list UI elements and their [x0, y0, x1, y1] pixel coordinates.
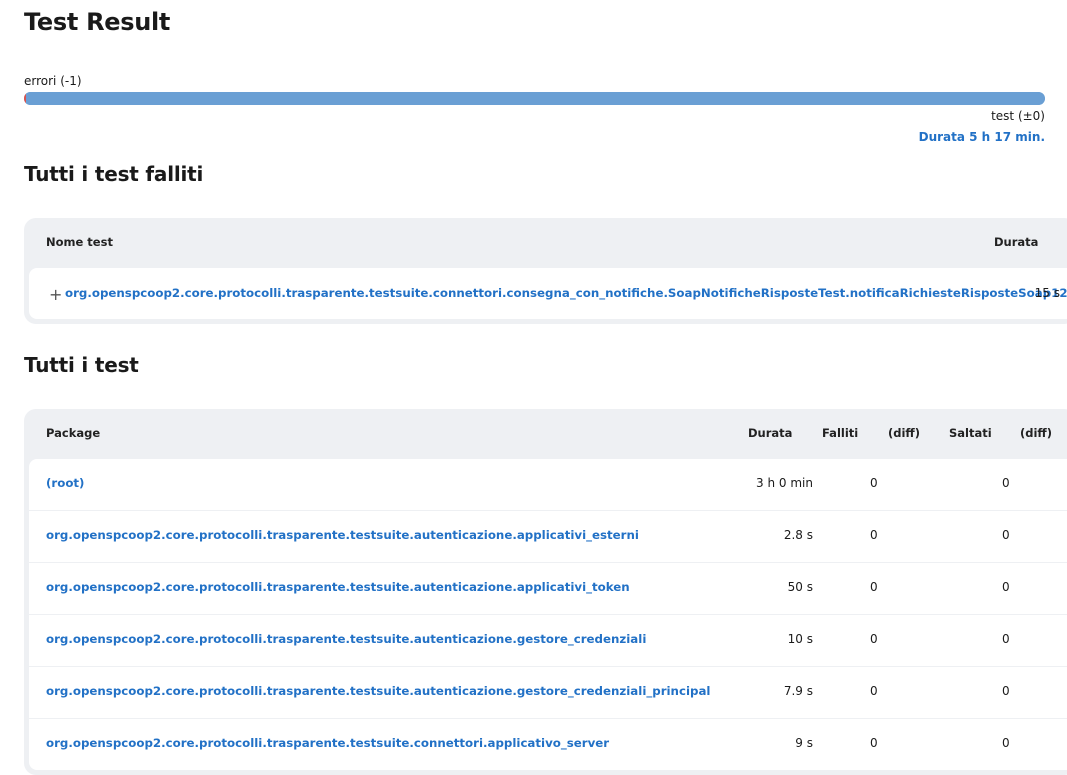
page-title: Test Result: [24, 8, 171, 36]
package-duration: 2.8 s: [783, 528, 813, 542]
package-failed-count: 0: [870, 580, 878, 594]
package-skipped-count: 0: [1002, 736, 1010, 750]
duration-link[interactable]: Durata 5 h 17 min.: [919, 130, 1045, 144]
package-failed-count: 0: [870, 528, 878, 542]
package-failed-count: 0: [870, 684, 878, 698]
package-duration: 10 s: [787, 632, 813, 646]
package-failed-count: 0: [870, 476, 878, 490]
package-skipped-count: 0: [1002, 632, 1010, 646]
package-skipped-count: 0: [1002, 476, 1010, 490]
column-header-package[interactable]: Package: [46, 426, 100, 440]
package-skipped-count: 0: [1002, 528, 1010, 542]
all-tests-body: (root) 3 h 0 min 0 0 org.openspcoop2.core.pr…: [29, 459, 1067, 770]
table-row: org.openspcoop2.core.protocolli.traspare…: [29, 563, 1067, 615]
package-duration: 9 s: [795, 736, 813, 750]
passed-bar-segment: [26, 92, 1045, 105]
package-skipped-count: 0: [1002, 684, 1010, 698]
table-row: org.openspcoop2.core.protocolli.traspare…: [29, 667, 1067, 719]
errors-label: errori (-1): [24, 74, 82, 88]
package-duration: 3 h 0 min: [756, 476, 813, 490]
column-header-skipped[interactable]: Saltati: [949, 426, 992, 440]
column-header-skipped-diff[interactable]: (diff): [1020, 426, 1052, 440]
package-failed-count: 0: [870, 632, 878, 646]
column-header-failed[interactable]: Falliti: [822, 426, 858, 440]
package-link[interactable]: org.openspcoop2.core.protocolli.traspare…: [46, 632, 646, 646]
column-header-failed-diff[interactable]: (diff): [888, 426, 920, 440]
table-row: org.openspcoop2.core.protocolli.traspare…: [29, 511, 1067, 563]
failed-tests-header: Nome test Durata: [24, 218, 1067, 268]
table-row: (root) 3 h 0 min 0 0: [29, 459, 1067, 511]
package-link[interactable]: org.openspcoop2.core.protocolli.traspare…: [46, 528, 639, 542]
column-header-duration[interactable]: Durata: [748, 426, 792, 440]
table-row: org.openspcoop2.core.protocolli.traspare…: [29, 615, 1067, 667]
table-row: + org.openspcoop2.core.protocolli.traspa…: [29, 268, 1067, 319]
package-skipped-count: 0: [1002, 580, 1010, 594]
column-header-name[interactable]: Nome test: [46, 235, 113, 249]
failed-tests-title: Tutti i test falliti: [24, 162, 204, 186]
table-row: org.openspcoop2.core.protocolli.traspare…: [29, 719, 1067, 770]
failed-test-duration: 15 s: [1034, 286, 1060, 300]
column-header-duration[interactable]: Durata: [994, 235, 1038, 249]
all-tests-table: Package Durata Falliti (diff) Saltati (d…: [24, 409, 1067, 775]
tests-label: test (±0): [991, 109, 1045, 123]
package-link[interactable]: org.openspcoop2.core.protocolli.traspare…: [46, 684, 710, 698]
failed-tests-table: Nome test Durata + org.openspcoop2.core.…: [24, 218, 1067, 324]
package-duration: 50 s: [787, 580, 813, 594]
package-duration: 7.9 s: [783, 684, 813, 698]
package-link[interactable]: org.openspcoop2.core.protocolli.traspare…: [46, 580, 630, 594]
package-failed-count: 0: [870, 736, 878, 750]
package-link[interactable]: org.openspcoop2.core.protocolli.traspare…: [46, 736, 609, 750]
plus-icon[interactable]: +: [49, 285, 62, 304]
all-tests-title: Tutti i test: [24, 353, 139, 377]
failed-test-link[interactable]: org.openspcoop2.core.protocolli.traspare…: [65, 286, 1067, 300]
package-link[interactable]: (root): [46, 476, 84, 490]
all-tests-header: Package Durata Falliti (diff) Saltati (d…: [24, 409, 1067, 459]
test-result-bar: [24, 92, 1045, 105]
failed-tests-body: + org.openspcoop2.core.protocolli.traspa…: [29, 268, 1067, 319]
